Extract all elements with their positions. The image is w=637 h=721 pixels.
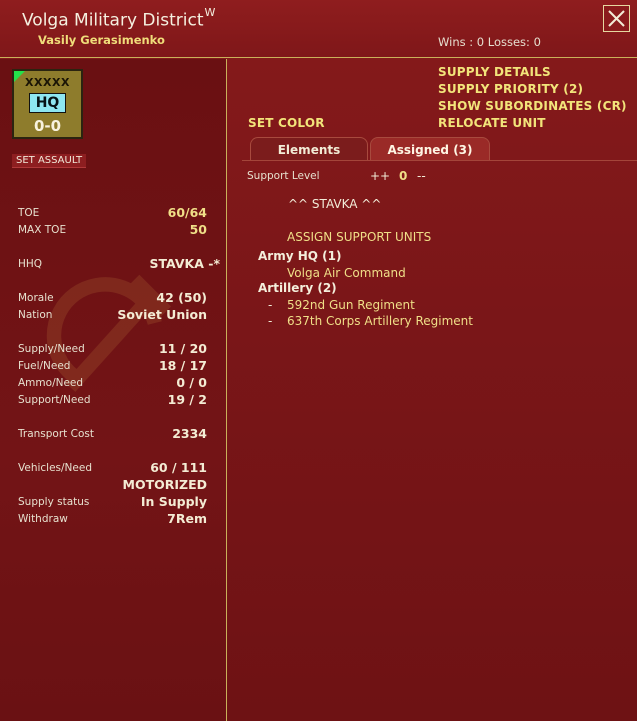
- stat-label-max-toe: MAX TOE: [18, 224, 67, 236]
- group-header-army-hq: Army HQ (1): [258, 249, 342, 263]
- relocate-unit-link[interactable]: RELOCATE UNIT: [438, 116, 546, 130]
- tab-assigned[interactable]: Assigned (3): [370, 137, 490, 161]
- stat-value-withdraw: 7Rem: [167, 511, 207, 526]
- support-level-label: Support Level: [247, 170, 320, 182]
- stat-value-supply-status: In Supply: [140, 494, 207, 509]
- tab-divider: [242, 160, 637, 161]
- unit-type-box: HQ: [29, 93, 66, 113]
- stat-label-ammo: Ammo/Need: [18, 377, 84, 389]
- unit-detail-panel: SUPPLY DETAILS SUPPLY PRIORITY (2) SHOW …: [228, 59, 637, 721]
- unit-strength: 0-0: [33, 117, 62, 135]
- stat-label-support: Support/Need: [18, 394, 91, 406]
- stat-value-hhq[interactable]: STAVKA -*: [150, 256, 221, 271]
- unit-637th-corps-artillery-regiment[interactable]: 637th Corps Artillery Regiment: [287, 314, 473, 328]
- stat-label-fuel: Fuel/Need: [18, 360, 71, 372]
- stat-label-transport-cost: Transport Cost: [18, 428, 94, 440]
- group-header-artillery: Artillery (2): [258, 281, 337, 295]
- unit-volga-air-command[interactable]: Volga Air Command: [287, 266, 406, 280]
- unit-title: Volga Military DistrictW: [22, 6, 216, 31]
- assign-support-units-link[interactable]: ASSIGN SUPPORT UNITS: [287, 230, 431, 244]
- stat-label-morale: Morale: [18, 292, 54, 304]
- set-color-link[interactable]: SET COLOR: [248, 116, 325, 130]
- show-subordinates-link[interactable]: SHOW SUBORDINATES (CR): [438, 99, 627, 113]
- support-decrease-button[interactable]: --: [417, 169, 426, 183]
- stat-value-support: 19 / 2: [167, 392, 207, 407]
- stat-value-toe: 60/64: [167, 205, 207, 220]
- close-icon: [608, 10, 625, 27]
- unit-counter[interactable]: XXXXX HQ 0-0: [12, 69, 83, 139]
- stat-value-nation: Soviet Union: [117, 307, 207, 322]
- window-header: Volga Military DistrictW Vasily Gerasime…: [0, 0, 637, 58]
- stat-label-supply: Supply/Need: [18, 343, 85, 355]
- tab-elements[interactable]: Elements: [250, 137, 368, 161]
- unit-name: Volga Military District: [22, 10, 204, 31]
- commander-name[interactable]: Vasily Gerasimenko: [38, 33, 165, 47]
- unit-size: XXXXX: [25, 76, 70, 89]
- stat-label-nation: Nation: [18, 309, 53, 321]
- list-dash: -: [268, 298, 273, 312]
- stat-label-vehicles: Vehicles/Need: [18, 462, 92, 474]
- stat-value-max-toe: 50: [189, 222, 207, 237]
- stat-label-hhq: HHQ: [18, 258, 43, 270]
- list-dash: -: [268, 314, 273, 328]
- hq-stavka-line[interactable]: ^^ STAVKA ^^: [288, 197, 381, 211]
- unit-detail-window: Volga Military DistrictW Vasily Gerasime…: [0, 0, 637, 721]
- supply-priority-link[interactable]: SUPPLY PRIORITY (2): [438, 82, 583, 96]
- set-assault-button[interactable]: SET ASSAULT: [12, 154, 87, 168]
- stat-value-vehicles: 60 / 111: [150, 460, 207, 475]
- stat-value-morale: 42 (50): [156, 290, 207, 305]
- close-button[interactable]: [603, 5, 630, 32]
- stat-label-withdraw: Withdraw: [18, 513, 68, 525]
- supply-details-link[interactable]: SUPPLY DETAILS: [438, 65, 551, 79]
- unit-stats-panel: XXXXX HQ 0-0 SET ASSAULT TOE 60/64 MAX T…: [0, 59, 227, 721]
- support-increase-button[interactable]: ++: [370, 169, 390, 183]
- support-level-value: 0: [399, 169, 408, 183]
- wins-losses: Wins : 0 Losses: 0: [438, 35, 541, 49]
- stat-label-toe: TOE: [18, 207, 40, 219]
- stat-value-motorized: MOTORIZED: [122, 477, 207, 492]
- stat-value-ammo: 0 / 0: [176, 375, 207, 390]
- stat-value-transport-cost: 2334: [172, 426, 207, 441]
- stat-value-supply: 11 / 20: [158, 341, 207, 356]
- stat-value-fuel: 18 / 17: [158, 358, 207, 373]
- unit-592nd-gun-regiment[interactable]: 592nd Gun Regiment: [287, 298, 415, 312]
- unit-title-superscript: W: [204, 6, 216, 19]
- stat-label-supply-status: Supply status: [18, 496, 90, 508]
